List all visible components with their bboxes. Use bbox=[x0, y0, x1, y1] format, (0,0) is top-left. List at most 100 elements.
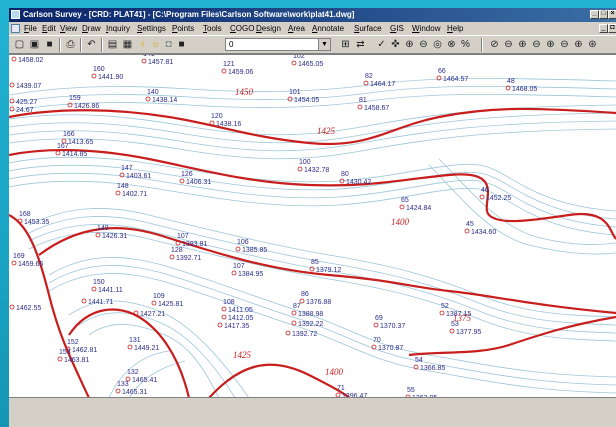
survey-point[interactable]: 481468.05 bbox=[505, 78, 537, 93]
menu-edit[interactable]: Edit bbox=[42, 22, 56, 35]
maximize-button[interactable]: □ bbox=[599, 10, 608, 19]
survey-point[interactable]: 1412.05 bbox=[221, 314, 253, 322]
close-button[interactable]: × bbox=[608, 10, 616, 19]
survey-point[interactable]: 1462.55 bbox=[9, 304, 41, 312]
menu-points[interactable]: Points bbox=[172, 22, 194, 35]
doc-minimize-button[interactable]: _ bbox=[599, 24, 608, 33]
lightbulb-icon[interactable]: ♀ bbox=[136, 38, 149, 51]
survey-point[interactable]: 1591426.86 bbox=[67, 95, 99, 110]
pen-icon[interactable]: ✓ bbox=[375, 38, 388, 51]
pan-icon[interactable]: ✜ bbox=[389, 38, 402, 51]
survey-point[interactable]: 751458.02 bbox=[11, 55, 43, 64]
survey-point[interactable]: 24.67 bbox=[9, 106, 34, 114]
zoom-icon-1[interactable]: ⊘ bbox=[488, 38, 501, 51]
survey-point[interactable]: 1411457.81 bbox=[141, 55, 173, 66]
survey-point[interactable]: 1001432.78 bbox=[297, 159, 329, 174]
survey-point[interactable]: 1471403.61 bbox=[119, 165, 151, 180]
zoom-icon-5[interactable]: ⊕ bbox=[544, 38, 557, 51]
color-swatch-icon[interactable]: ■ bbox=[175, 38, 188, 51]
menu-settings[interactable]: Settings bbox=[137, 22, 166, 35]
survey-point[interactable]: 1691459.65 bbox=[11, 253, 43, 268]
survey-point[interactable]: 1061385.85 bbox=[235, 239, 267, 254]
zoom-window-icon[interactable]: ⊖ bbox=[417, 38, 430, 51]
survey-point[interactable]: 1392.22 bbox=[291, 320, 323, 328]
survey-point[interactable]: 801430.42 bbox=[339, 171, 371, 186]
survey-point[interactable]: 1401438.14 bbox=[145, 89, 177, 104]
chevron-down-icon[interactable]: ▼ bbox=[318, 39, 330, 50]
point-elevation: 1465.41 bbox=[132, 377, 157, 384]
survey-point[interactable]: 1501441.11 bbox=[91, 279, 123, 294]
survey-point[interactable]: 1261406.31 bbox=[179, 171, 211, 186]
new-file-icon[interactable]: ▢ bbox=[13, 38, 26, 51]
open-file-icon[interactable]: ▣ bbox=[28, 38, 41, 51]
survey-point[interactable]: 541366.85 bbox=[413, 357, 445, 372]
survey-point[interactable]: 1392.72 bbox=[285, 330, 317, 338]
survey-point[interactable]: 1091425.81 bbox=[151, 293, 183, 308]
menu-cogo[interactable]: COGO bbox=[230, 22, 254, 35]
menu-window[interactable]: Window bbox=[412, 22, 440, 35]
undo-icon[interactable]: ↶ bbox=[85, 38, 98, 51]
survey-point[interactable]: 1439.07 bbox=[9, 82, 41, 90]
survey-point[interactable]: 1311449.21 bbox=[127, 337, 159, 352]
doc-restore-button[interactable]: ◘ bbox=[608, 24, 616, 33]
command-line-area[interactable] bbox=[9, 397, 616, 427]
lock-icon[interactable]: ◘ bbox=[162, 38, 175, 51]
survey-point[interactable]: 451434.60 bbox=[464, 221, 496, 236]
survey-point[interactable]: 1081411.05 bbox=[221, 299, 253, 314]
survey-point[interactable]: 821464.17 bbox=[363, 73, 395, 88]
menu-inquiry[interactable]: Inquiry bbox=[106, 22, 130, 35]
survey-point[interactable]: 521387.15 bbox=[439, 303, 471, 318]
minimize-button[interactable]: _ bbox=[590, 10, 599, 19]
survey-point[interactable]: 461452.25 bbox=[479, 187, 511, 202]
properties-icon[interactable]: ⊞ bbox=[339, 38, 352, 51]
drawing-canvas[interactable]: 145014251400137514251400 751458.02161145… bbox=[9, 54, 616, 398]
survey-point[interactable]: 1071393.81 bbox=[175, 233, 207, 248]
menu-file[interactable]: File bbox=[24, 22, 37, 35]
layer-dropdown[interactable]: 0 ▼ bbox=[225, 38, 331, 51]
save-icon[interactable]: ■ bbox=[43, 38, 56, 51]
survey-point[interactable]: 1521462.81 bbox=[65, 339, 97, 354]
survey-point[interactable]: 861376.88 bbox=[299, 291, 331, 306]
document-icon[interactable] bbox=[11, 24, 20, 33]
zoom-icon-6[interactable]: ⊖ bbox=[558, 38, 571, 51]
survey-point[interactable]: 1281392.71 bbox=[169, 247, 201, 262]
layer-icon[interactable]: ▤ bbox=[106, 38, 119, 51]
menu-view[interactable]: View bbox=[60, 22, 77, 35]
zoom-icon-3[interactable]: ⊕ bbox=[516, 38, 529, 51]
layer-manager-icon[interactable]: ▦ bbox=[121, 38, 134, 51]
survey-point[interactable]: 661464.57 bbox=[436, 68, 468, 83]
match-properties-icon[interactable]: ⇄ bbox=[354, 38, 367, 51]
menu-annotate[interactable]: Annotate bbox=[312, 22, 344, 35]
survey-point[interactable]: 1321465.41 bbox=[125, 369, 157, 384]
zoom-extents-icon[interactable]: ⊗ bbox=[445, 38, 458, 51]
survey-point[interactable]: 531377.95 bbox=[449, 321, 481, 336]
sun-icon[interactable]: ☼ bbox=[149, 38, 162, 51]
menu-draw[interactable]: Draw bbox=[82, 22, 101, 35]
menu-design[interactable]: Design bbox=[256, 22, 281, 35]
zoom-previous-icon[interactable]: ◎ bbox=[431, 38, 444, 51]
survey-point[interactable]: 1417.35 bbox=[217, 322, 249, 330]
title-bar[interactable]: Carlson Survey - [CRD: PLAT41] - [C:\Pro… bbox=[9, 8, 616, 22]
menu-area[interactable]: Area bbox=[288, 22, 305, 35]
zoom-icon-8[interactable]: ⊛ bbox=[586, 38, 599, 51]
app-icon[interactable] bbox=[11, 10, 20, 19]
zoom-icon-4[interactable]: ⊖ bbox=[530, 38, 543, 51]
survey-point[interactable]: 1601441.90 bbox=[91, 66, 123, 81]
redraw-icon[interactable]: % bbox=[459, 38, 472, 51]
menu-surface[interactable]: Surface bbox=[354, 22, 382, 35]
menu-tools[interactable]: Tools bbox=[203, 22, 222, 35]
survey-point[interactable]: 1681453.35 bbox=[17, 211, 49, 226]
survey-point[interactable]: 851379.12 bbox=[309, 259, 341, 274]
survey-point[interactable]: 1211459.06 bbox=[221, 61, 253, 76]
zoom-icon-7[interactable]: ⊕ bbox=[572, 38, 585, 51]
zoom-realtime-icon[interactable]: ⊕ bbox=[403, 38, 416, 51]
survey-point[interactable]: 691370.37 bbox=[373, 315, 405, 330]
menu-gis[interactable]: GIS bbox=[390, 22, 404, 35]
survey-point[interactable]: 1441.71 bbox=[81, 298, 113, 306]
menu-help[interactable]: Help bbox=[447, 22, 463, 35]
print-icon[interactable]: ⎙ bbox=[64, 38, 77, 51]
survey-point[interactable]: 1011454.05 bbox=[287, 89, 319, 104]
survey-point[interactable]: 651424.84 bbox=[399, 197, 431, 212]
survey-point[interactable]: 1021465.05 bbox=[291, 55, 323, 68]
zoom-icon-2[interactable]: ⊖ bbox=[502, 38, 515, 51]
